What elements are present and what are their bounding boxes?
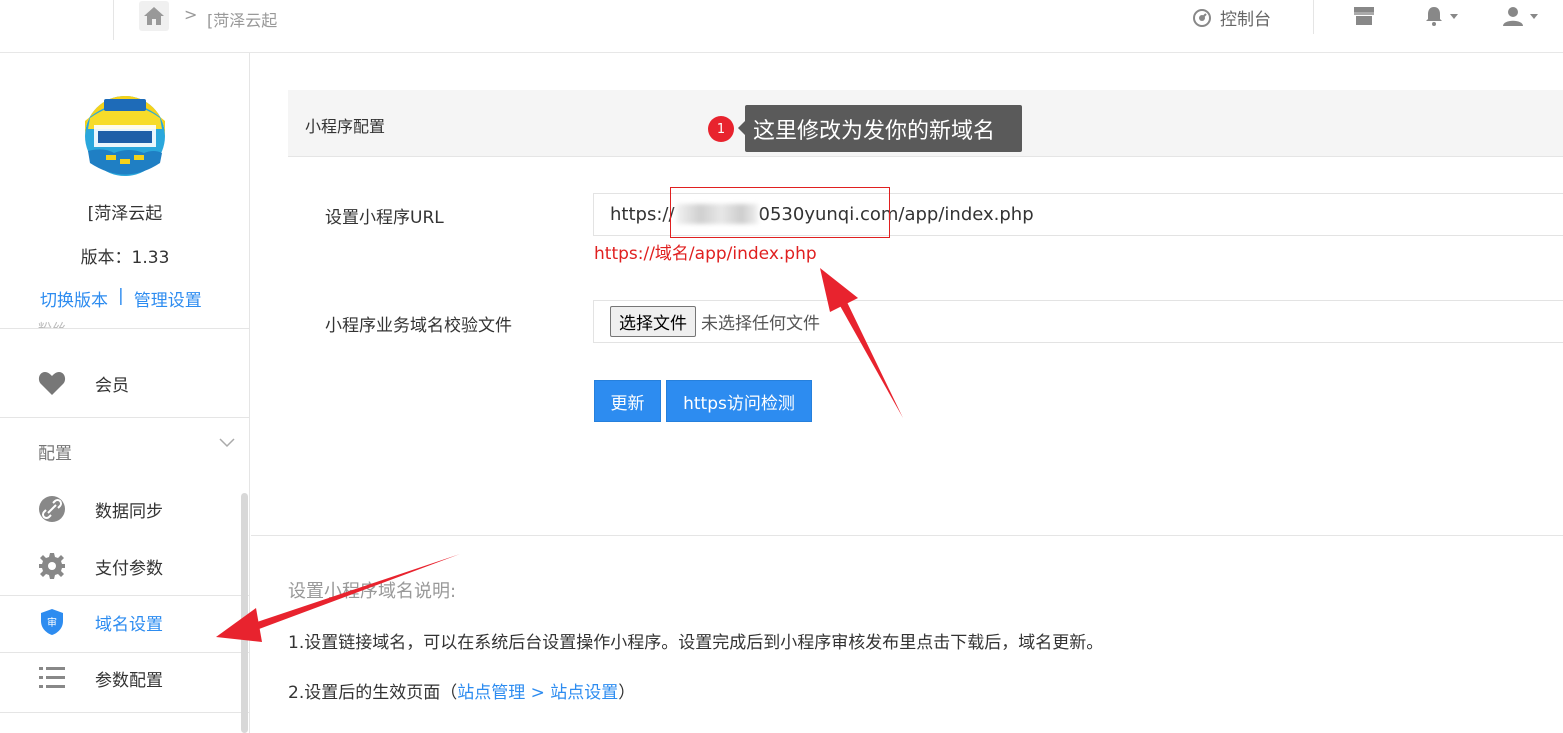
shield-icon: 审	[38, 608, 66, 636]
link-icon	[38, 495, 66, 523]
notes-line-2-suffix: ）	[618, 683, 636, 703]
breadcrumb-separator: >	[184, 5, 198, 24]
site-settings-link[interactable]: 站点设置	[550, 683, 618, 703]
notes-title: 设置小程序域名说明:	[288, 581, 457, 602]
account-name: [菏泽云起	[87, 204, 163, 224]
breadcrumb-arrow: >	[525, 683, 551, 703]
url-label: 设置小程序URL	[325, 208, 444, 228]
arrow-to-hint	[820, 268, 903, 418]
account-links: 切换版本 | 管理设置	[40, 286, 202, 311]
home-button[interactable]	[139, 1, 169, 31]
section-title-config: 配置	[38, 444, 72, 464]
annotation-badge: 1	[708, 116, 734, 142]
dashboard-icon	[1193, 8, 1211, 27]
manage-settings-link[interactable]: 管理设置	[134, 286, 202, 311]
sidebar-item-label: 支付参数	[95, 558, 163, 579]
version-label: 版本：1.33	[80, 248, 170, 268]
user-menu-button[interactable]	[1502, 5, 1538, 27]
svg-text:审: 审	[47, 616, 57, 629]
list-icon	[38, 664, 66, 692]
sidebar-item-label: 会员	[95, 375, 129, 396]
sidebar-divider	[0, 712, 249, 713]
bell-icon	[1426, 7, 1442, 26]
sidebar: [菏泽云起 版本：1.33 切换版本 | 管理设置 粉丝 会员 配置 数据同步	[0, 53, 250, 733]
annotation-highlight-box	[670, 187, 890, 238]
sidebar-item-data-sync[interactable]: 数据同步	[0, 481, 248, 537]
account-logo	[85, 96, 165, 176]
link-separator: |	[118, 286, 124, 306]
sidebar-item-member[interactable]: 会员	[0, 355, 248, 411]
sidebar-item-label: 数据同步	[95, 501, 163, 522]
panel-title: 小程序配置	[305, 117, 386, 136]
sidebar-scrollbar[interactable]	[241, 493, 248, 733]
topbar-divider	[1313, 0, 1314, 34]
notes-line-1: 1.设置链接域名，可以在系统后台设置操作小程序。设置完成后到小程序审核发布里点击…	[288, 633, 1104, 653]
home-icon	[144, 7, 164, 25]
update-button[interactable]: 更新	[594, 380, 661, 422]
https-check-button[interactable]: https访问检测	[666, 380, 812, 422]
sidebar-divider	[0, 417, 249, 418]
topbar-divider	[113, 0, 114, 40]
sidebar-item-payment[interactable]: 支付参数	[0, 538, 248, 594]
console-label: 控制台	[1220, 10, 1271, 30]
switch-version-link[interactable]: 切换版本	[40, 286, 108, 311]
user-icon	[1503, 7, 1523, 26]
store-button[interactable]	[1352, 5, 1376, 27]
notification-button[interactable]	[1424, 5, 1458, 27]
top-bar: > [菏泽云起 控制台	[0, 0, 1563, 53]
file-status: 未选择任何文件	[701, 314, 820, 334]
sidebar-item-label: 域名设置	[95, 614, 163, 635]
chevron-down-icon	[1530, 13, 1538, 19]
console-link[interactable]: 控制台	[1192, 5, 1271, 30]
sidebar-item-label: 参数配置	[95, 670, 163, 691]
store-icon	[1354, 7, 1374, 25]
gear-icon	[38, 552, 66, 580]
choose-file-button[interactable]: 选择文件	[610, 306, 696, 337]
file-label: 小程序业务域名校验文件	[325, 316, 512, 336]
sidebar-item-domain-settings[interactable]: 审 域名设置	[0, 594, 248, 650]
annotation-tooltip: 这里修改为发你的新域名	[738, 105, 1022, 152]
sidebar-item-params[interactable]: 参数配置	[0, 650, 248, 706]
chevron-down-icon	[1450, 13, 1458, 19]
breadcrumb-account[interactable]: [菏泽云起	[207, 7, 277, 31]
section-divider	[251, 535, 1563, 536]
app-page: > [菏泽云起 控制台 [菏泽云起 版本：1.33 切换版本 | 管理设置 会员…	[0, 0, 1563, 733]
url-format-hint: https://域名/app/index.php	[594, 244, 817, 264]
notes-line-2: 2.设置后的生效页面（站点管理 > 站点设置）	[288, 678, 635, 703]
url-prefix: https://	[610, 204, 675, 225]
notes-line-2-prefix: 2.设置后的生效页面（	[288, 683, 458, 703]
file-input: 选择文件 未选择任何文件	[593, 300, 1563, 343]
chevron-down-icon[interactable]	[218, 437, 236, 449]
sidebar-divider	[0, 328, 249, 329]
site-management-link[interactable]: 站点管理	[457, 683, 525, 703]
heart-icon	[38, 369, 66, 397]
